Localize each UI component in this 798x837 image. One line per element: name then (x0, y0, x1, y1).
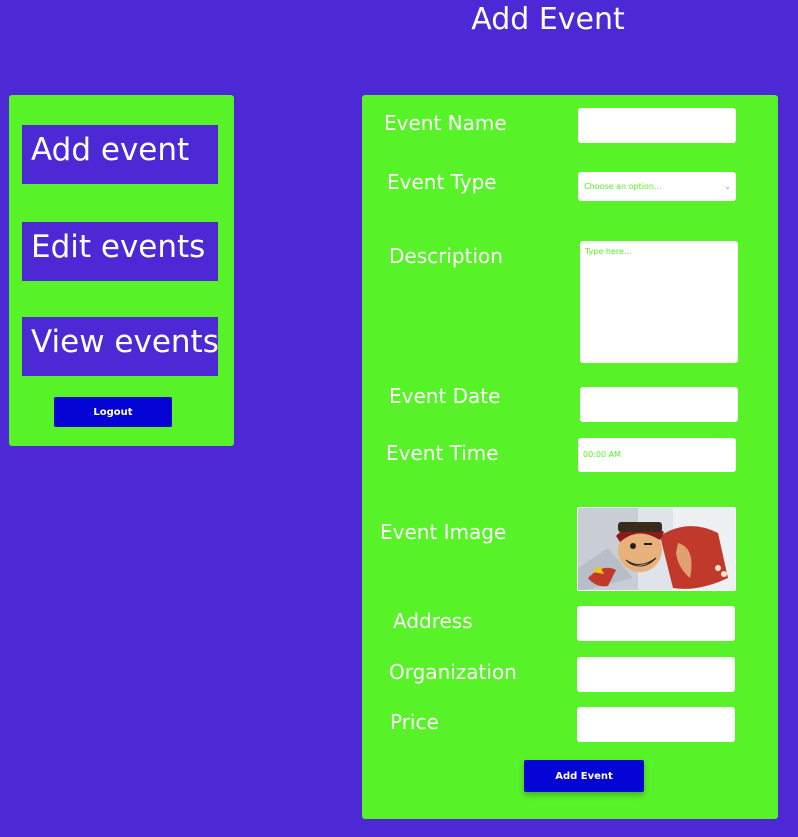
event-image-preview[interactable] (577, 507, 736, 591)
event-name-label: Event Name (384, 111, 507, 135)
sidebar-item-view-events[interactable]: View events (22, 317, 219, 376)
event-name-input[interactable] (578, 108, 736, 143)
add-event-form: Event Name Event Type Choose an option..… (362, 95, 778, 819)
organization-label: Organization (389, 660, 517, 684)
description-textarea[interactable]: Type here... (580, 241, 738, 363)
sidebar-item-add-event[interactable]: Add event (22, 125, 218, 184)
price-input[interactable] (577, 707, 735, 742)
event-date-input[interactable] (580, 387, 738, 422)
event-type-placeholder: Choose an option... (584, 182, 662, 191)
event-image-label: Event Image (380, 520, 507, 544)
sidebar-item-edit-events[interactable]: Edit events (22, 222, 218, 281)
event-type-label: Event Type (387, 170, 497, 194)
logout-button[interactable]: Logout (54, 397, 172, 427)
description-label: Description (389, 244, 503, 268)
event-time-input[interactable]: 00:00 AM (578, 438, 736, 472)
organization-input[interactable] (577, 657, 735, 692)
description-placeholder: Type here... (585, 247, 632, 256)
page-title: Add Event (471, 2, 625, 37)
chevron-down-icon: ⌄ (724, 182, 731, 191)
event-type-select[interactable]: Choose an option... ⌄ (578, 172, 736, 201)
event-time-label: Event Time (386, 441, 499, 465)
event-time-value: 00:00 AM (583, 450, 621, 459)
add-event-button[interactable]: Add Event (524, 760, 644, 792)
event-image-picture (578, 508, 735, 590)
address-label: Address (393, 609, 473, 633)
price-label: Price (390, 710, 439, 734)
event-date-label: Event Date (389, 384, 501, 408)
address-input[interactable] (577, 606, 735, 641)
sidebar: Add event Edit events View events Logout (9, 95, 234, 446)
